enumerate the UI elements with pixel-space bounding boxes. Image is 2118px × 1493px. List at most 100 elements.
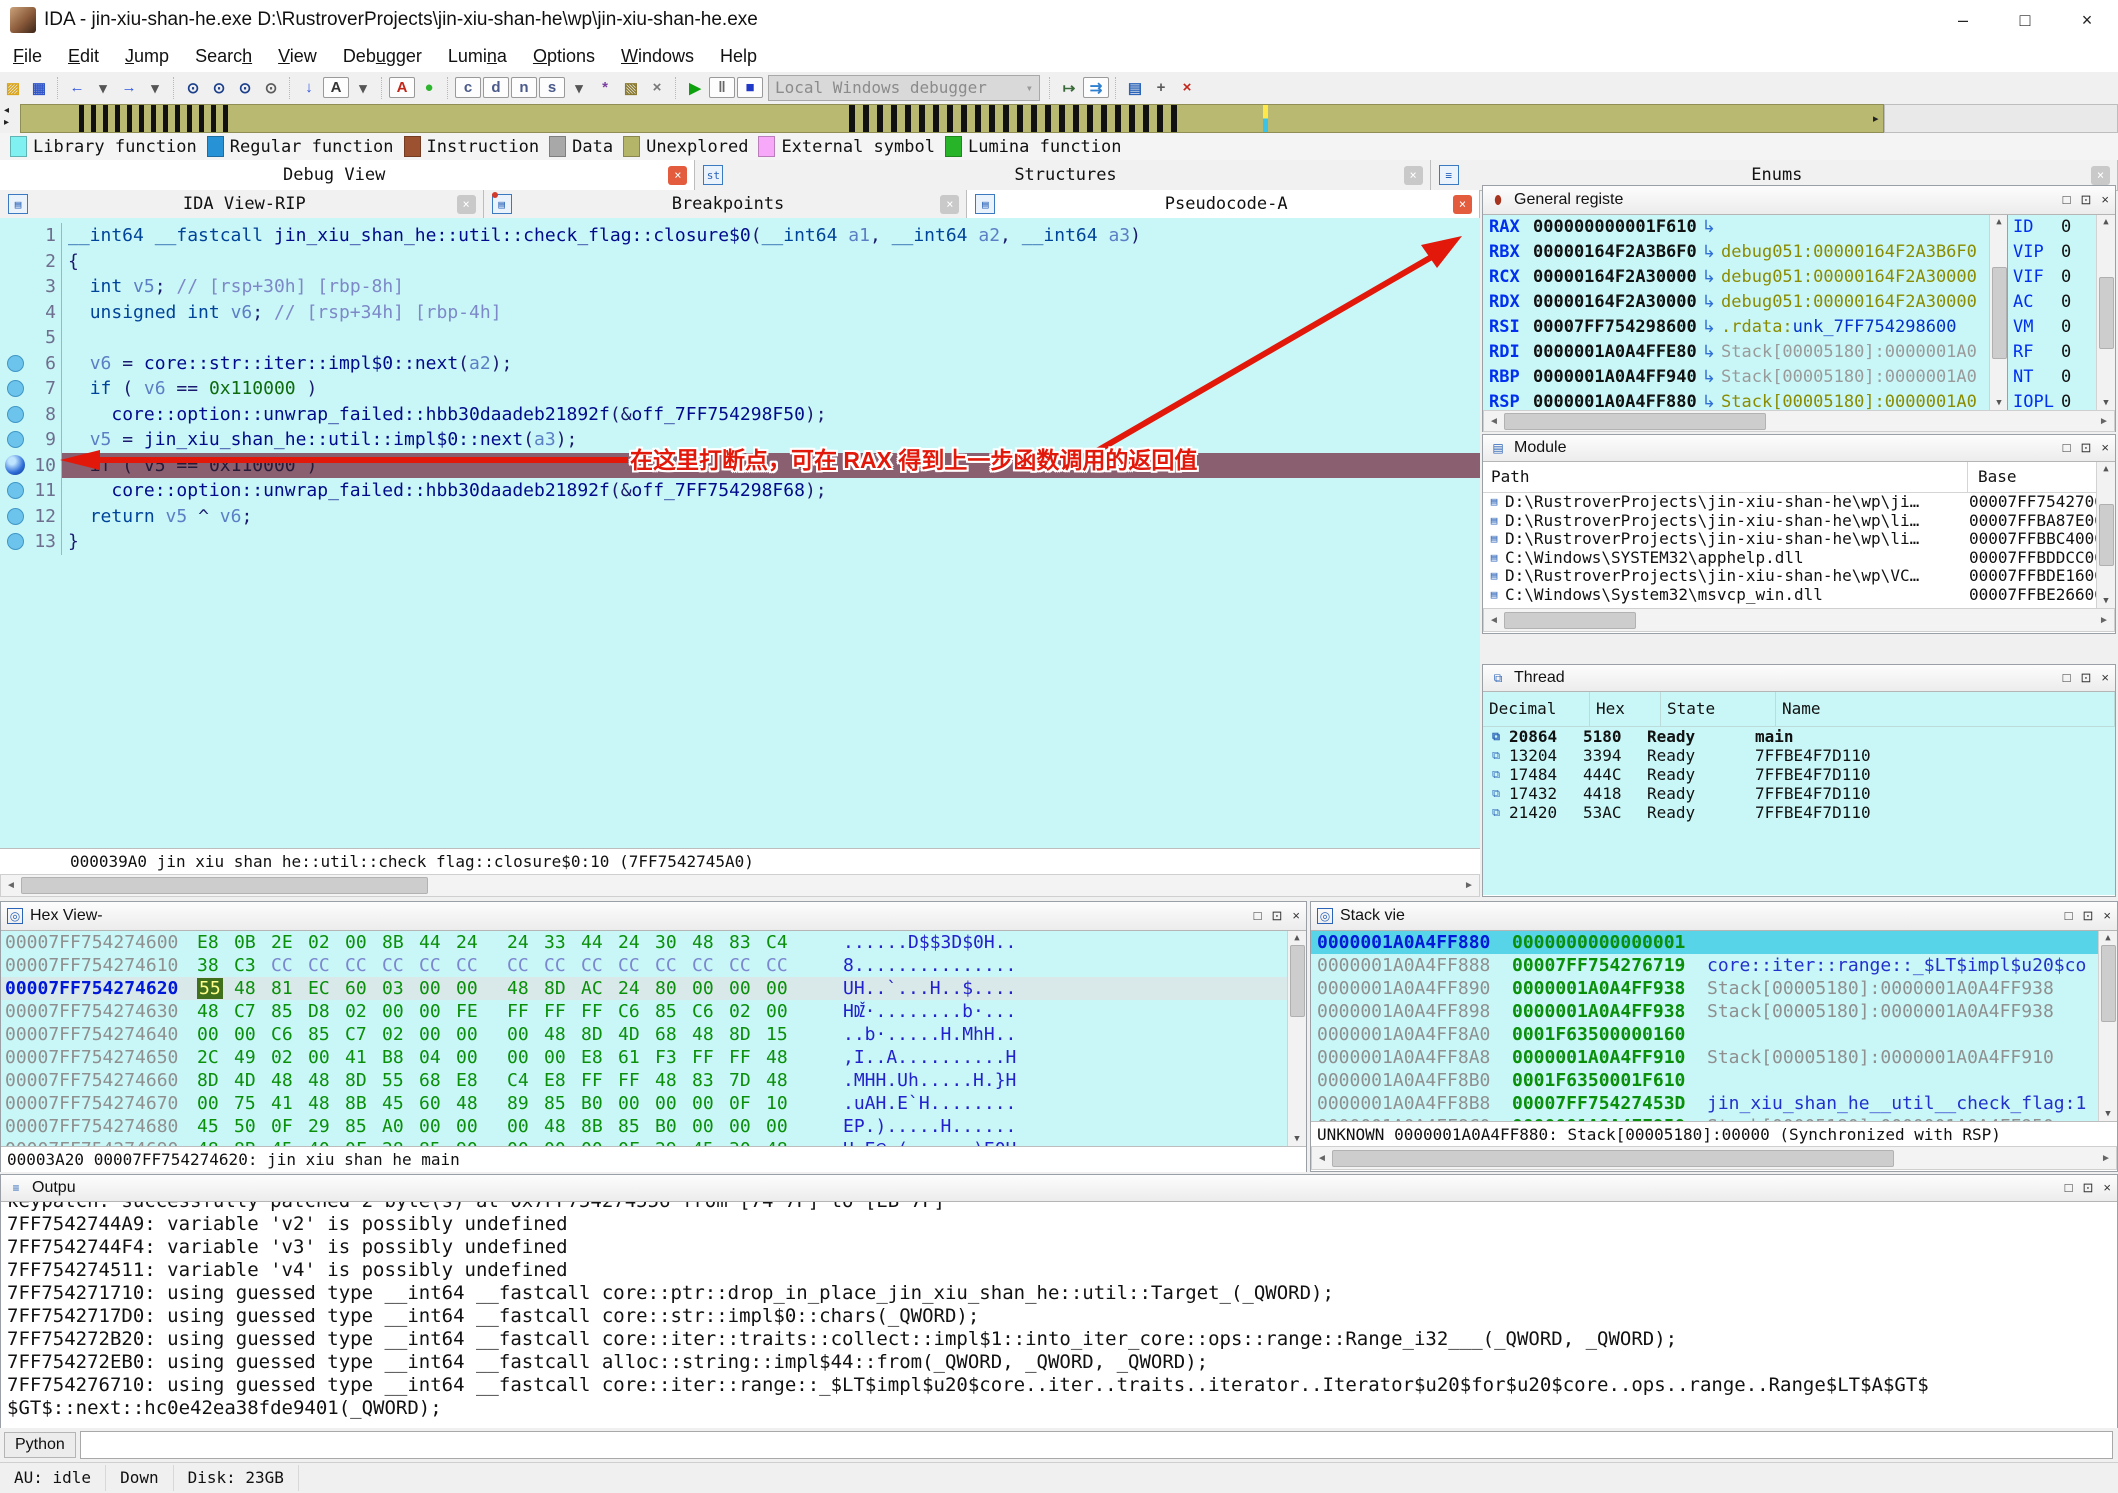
hex-byte[interactable]: 2C xyxy=(197,1046,234,1069)
flag-row[interactable]: ID0 xyxy=(2008,215,2096,240)
scroll-left-icon[interactable]: ◄ xyxy=(1,880,21,891)
registers-vscrollbar[interactable]: ▲▼ xyxy=(1989,215,2008,410)
restore-icon[interactable]: □ xyxy=(2063,192,2071,208)
hex-byte[interactable]: 41 xyxy=(345,1046,382,1069)
hex-byte[interactable]: 48 xyxy=(507,977,544,1000)
hex-byte[interactable]: 00 xyxy=(456,1023,493,1046)
breakpoint-gutter[interactable] xyxy=(0,478,30,504)
tab-breakpoints[interactable]: ▤Breakpoints× xyxy=(484,190,968,218)
thread-row[interactable]: ⧉208645180Readymain xyxy=(1483,727,2115,746)
stack-hscrollbar[interactable]: ◄ ► xyxy=(1311,1146,2117,1170)
breakpoint-icon[interactable] xyxy=(7,355,24,372)
hex-byte[interactable]: CC xyxy=(271,954,308,977)
float-icon[interactable]: ⊡ xyxy=(2081,192,2092,208)
scroll-thumb[interactable] xyxy=(1504,413,1766,430)
hex-byte[interactable]: 89 xyxy=(507,1092,544,1115)
navband-body[interactable] xyxy=(20,104,1884,133)
menu-item-options[interactable]: Options xyxy=(520,43,608,70)
undefine-icon[interactable]: × xyxy=(645,76,669,100)
breakpoint-gutter[interactable] xyxy=(0,300,30,326)
restore-icon[interactable]: □ xyxy=(2063,670,2071,686)
hex-byte[interactable]: 60 xyxy=(345,977,382,1000)
hex-byte[interactable]: 55 xyxy=(197,977,234,1000)
hex-byte[interactable]: 0F xyxy=(345,1138,382,1146)
threads-header[interactable]: DecimalHexStateName xyxy=(1483,692,2115,727)
hex-byte[interactable]: A0 xyxy=(382,1115,419,1138)
hex-byte[interactable]: 81 xyxy=(271,977,308,1000)
stack-row[interactable]: 0000001A0A4FF8A80000001A0A4FF910Stack[00… xyxy=(1311,1046,2117,1069)
hex-byte[interactable]: 00 xyxy=(419,1000,456,1023)
float-icon[interactable]: ⊡ xyxy=(2081,440,2092,456)
modules-vscrollbar[interactable]: ▲▼ xyxy=(2096,462,2115,608)
code-line[interactable]: 2{ xyxy=(0,249,1480,275)
menu-item-lumina[interactable]: Lumina xyxy=(435,43,520,70)
breakpoint-gutter[interactable] xyxy=(0,504,30,530)
search-sequence-icon[interactable]: ⊙ xyxy=(233,76,257,100)
module-row[interactable]: ▤D:\RustroverProjects\jin-xiu-shan-he\wp… xyxy=(1483,512,2115,531)
breakpoint-gutter[interactable] xyxy=(0,223,30,249)
hex-byte[interactable]: 02 xyxy=(345,1000,382,1023)
output-panel-title[interactable]: ≡ Outpu □⊡× xyxy=(1,1175,2117,1202)
hex-byte[interactable]: 41 xyxy=(271,1092,308,1115)
hex-byte[interactable]: E8 xyxy=(456,1069,493,1092)
hex-byte[interactable]: FF xyxy=(618,1069,655,1092)
module-row[interactable]: ▤D:\RustroverProjects\jin-xiu-shan-he\wp… xyxy=(1483,493,2115,512)
breakpoint-gutter[interactable] xyxy=(0,427,30,453)
hex-byte[interactable]: 03 xyxy=(382,977,419,1000)
close-icon[interactable]: × xyxy=(2103,908,2111,924)
modules-header[interactable]: Path Base xyxy=(1483,462,2115,493)
flag-row[interactable]: VIF0 xyxy=(2008,265,2096,290)
make-name-icon[interactable]: n xyxy=(511,77,537,98)
menu-item-debugger[interactable]: Debugger xyxy=(330,43,435,70)
float-icon[interactable]: ⊡ xyxy=(2081,670,2092,686)
menu-item-search[interactable]: Search xyxy=(182,43,265,70)
flag-row[interactable]: VIP0 xyxy=(2008,240,2096,265)
python-command-input[interactable] xyxy=(80,1431,2113,1459)
close-icon[interactable]: × xyxy=(1404,166,1423,185)
hex-byte[interactable]: 85 xyxy=(308,1023,345,1046)
hex-byte[interactable]: CC xyxy=(456,954,493,977)
code-line[interactable]: 4 unsigned int v6; // [rsp+34h] [rbp-4h] xyxy=(0,300,1480,326)
code-line[interactable]: 7 if ( v6 == 0x110000 ) xyxy=(0,376,1480,402)
scroll-thumb[interactable] xyxy=(1332,1150,1894,1167)
tab-structures[interactable]: stStructures× xyxy=(695,160,1430,190)
module-row[interactable]: ▤D:\RustroverProjects\jin-xiu-shan-he\wp… xyxy=(1483,567,2115,586)
scroll-left-icon[interactable]: ◄ xyxy=(1484,416,1504,427)
hex-byte[interactable]: CC xyxy=(308,954,345,977)
hex-byte[interactable]: 28 xyxy=(382,1138,419,1146)
breakpoint-gutter[interactable] xyxy=(0,249,30,275)
hex-row[interactable]: 00007FF75427468045500F2985A0000000488B85… xyxy=(1,1115,1306,1138)
debugger-select[interactable]: Local Windows debugger▾ xyxy=(768,75,1040,101)
hex-byte[interactable]: 00 xyxy=(766,1115,803,1138)
hex-byte[interactable]: C4 xyxy=(507,1069,544,1092)
hex-byte[interactable]: 00 xyxy=(692,1115,729,1138)
tab-debug-view[interactable]: Debug View× xyxy=(0,160,695,190)
stack-row[interactable]: 0000001A0A4FF8A00001F63500000160 xyxy=(1311,1023,2117,1046)
hex-byte[interactable]: 30 xyxy=(655,931,692,954)
current-breakpoint-icon[interactable] xyxy=(5,455,25,475)
float-icon[interactable]: ⊡ xyxy=(2083,908,2094,924)
make-data-icon[interactable]: d xyxy=(483,77,509,98)
hex-byte[interactable]: 8B xyxy=(581,1115,618,1138)
hex-byte[interactable]: 24 xyxy=(618,931,655,954)
back-history-dropdown-icon[interactable]: ▾ xyxy=(91,76,115,100)
hex-byte[interactable]: 00 xyxy=(729,977,766,1000)
breakpoint-icon[interactable] xyxy=(7,406,24,423)
hex-row[interactable]: 00007FF7542746608D4D48488D5568E8C4E8FFFF… xyxy=(1,1069,1306,1092)
menu-item-file[interactable]: File xyxy=(0,43,55,70)
hex-byte[interactable]: 00 xyxy=(655,1092,692,1115)
python-interpreter-button[interactable]: Python xyxy=(4,1432,76,1458)
hex-byte[interactable]: CC xyxy=(544,954,581,977)
hex-byte[interactable]: 4D xyxy=(618,1023,655,1046)
close-icon[interactable]: × xyxy=(2091,166,2110,185)
hex-byte[interactable]: 00 xyxy=(456,977,493,1000)
hex-row[interactable]: 00007FF754274670007541488B4560488985B000… xyxy=(1,1092,1306,1115)
hex-byte[interactable]: 48 xyxy=(456,1092,493,1115)
hex-byte[interactable]: 85 xyxy=(271,1000,308,1023)
registers-panel-title[interactable]: ⬮ General registe □⊡× xyxy=(1483,186,2115,215)
column-hex[interactable]: Hex xyxy=(1590,692,1661,726)
add-breakpoint-icon[interactable]: + xyxy=(1149,76,1173,100)
hex-byte[interactable]: 83 xyxy=(692,1069,729,1092)
hex-byte[interactable]: 48 xyxy=(308,1092,345,1115)
hex-row[interactable]: 00007FF75427461038C3CCCCCCCCCCCCCCCCCCCC… xyxy=(1,954,1306,977)
